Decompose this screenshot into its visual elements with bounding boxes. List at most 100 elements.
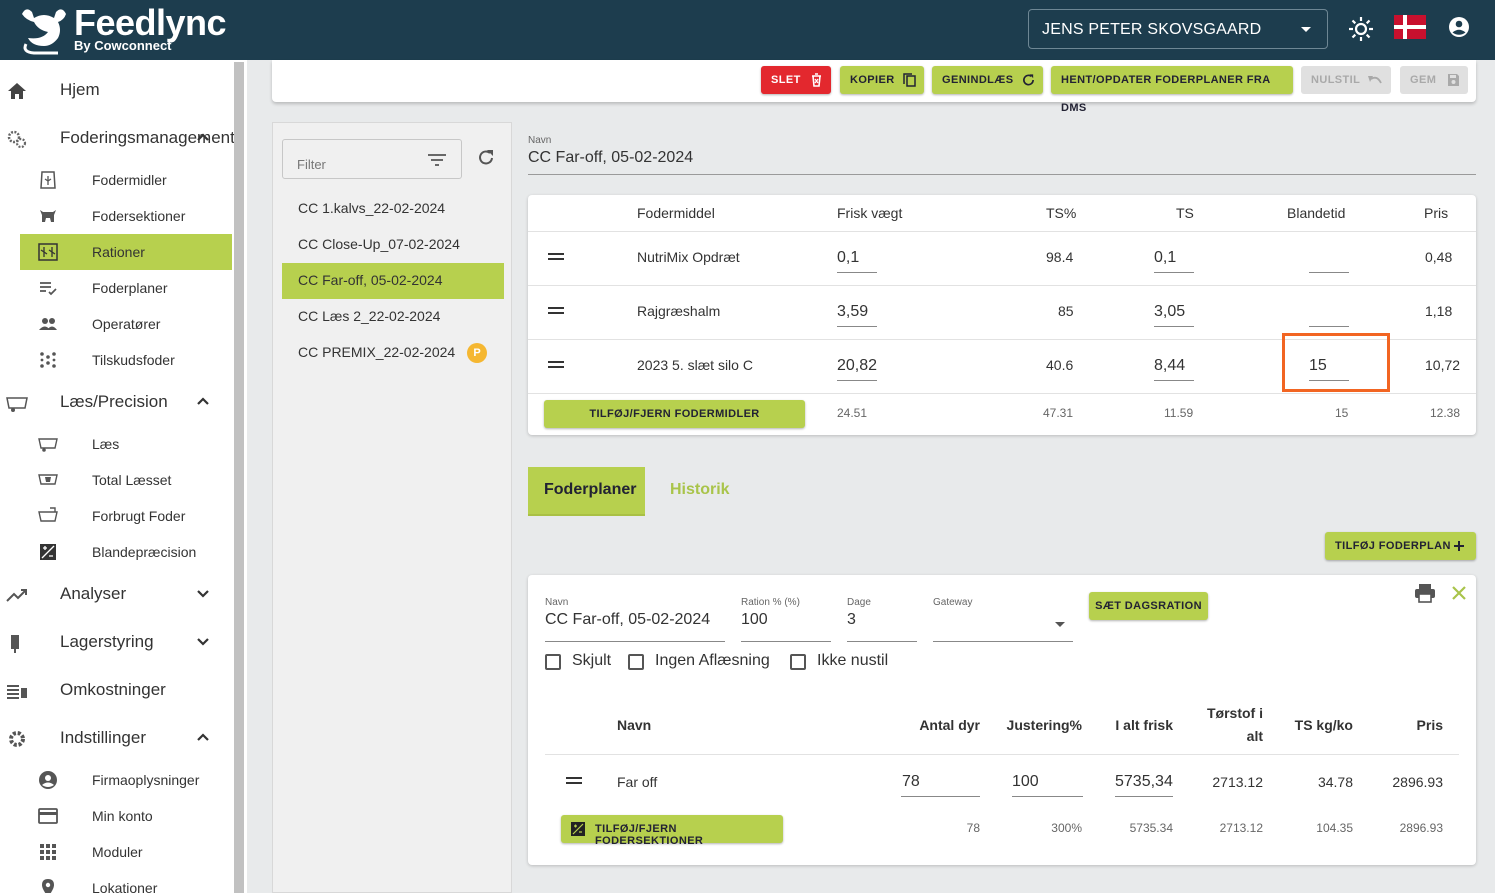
ration-name-field[interactable]: Navn CC Far-off, 05-02-2024 bbox=[528, 133, 1476, 175]
add-foderplan-button[interactable]: TILFØJ FODERPLAN bbox=[1325, 532, 1476, 560]
nav-lagerstyring[interactable]: Lagerstyring bbox=[0, 622, 234, 662]
blandetid-input[interactable] bbox=[1309, 297, 1349, 327]
tab-foderplaner[interactable]: Foderplaner bbox=[528, 467, 645, 515]
filter-icon[interactable] bbox=[427, 153, 447, 167]
danish-flag-icon[interactable] bbox=[1394, 15, 1426, 39]
nav-analyser[interactable]: Analyser bbox=[0, 574, 234, 614]
nav-analyser-label: Analyser bbox=[60, 584, 127, 603]
nav-operatorer[interactable]: Operatører bbox=[20, 306, 232, 342]
reload-button[interactable]: GENINDLÆS bbox=[932, 66, 1043, 94]
fetch-dms-button[interactable]: HENT/OPDATER FODERPLANER FRA DMS bbox=[1051, 66, 1293, 114]
trending-up-icon bbox=[6, 589, 27, 602]
i-alt-frisk-input[interactable]: 5735,34 bbox=[1115, 767, 1173, 797]
close-icon[interactable] bbox=[1451, 585, 1467, 601]
drag-handle-icon[interactable] bbox=[566, 777, 582, 784]
reset-button[interactable]: NULSTIL bbox=[1301, 66, 1391, 94]
nav-indstillinger[interactable]: Indstillinger bbox=[0, 718, 234, 758]
copy-button[interactable]: KOPIER bbox=[840, 66, 924, 94]
filter-input[interactable]: Filter bbox=[282, 139, 462, 179]
ration-list-item-label: CC Læs 2_22-02-2024 bbox=[298, 308, 441, 324]
nav-tilskudsfoder[interactable]: Tilskudsfoder bbox=[20, 342, 232, 378]
nav-min-konto[interactable]: Min konto bbox=[20, 798, 232, 834]
ration-list-item[interactable]: CC Far-off, 05-02-2024 bbox=[282, 263, 504, 299]
delete-button[interactable]: SLET bbox=[761, 66, 831, 94]
drag-handle-icon[interactable] bbox=[548, 253, 564, 260]
feedlync-logo[interactable]: Feedlync By Cowconnect bbox=[18, 2, 248, 56]
nav-fodersektioner[interactable]: Fodersektioner bbox=[20, 198, 232, 234]
fp-gateway-select[interactable] bbox=[933, 609, 1073, 642]
ingredient-table: Fodermiddel Frisk vægt TS% TS Blandetid … bbox=[528, 195, 1476, 435]
brightness-icon[interactable] bbox=[1348, 16, 1374, 42]
col-fodermiddel: Fodermiddel bbox=[637, 205, 715, 221]
total-ts-kg-ko: 104.35 bbox=[1316, 821, 1353, 835]
trash-icon bbox=[812, 73, 821, 87]
fp-name-input[interactable]: CC Far-off, 05-02-2024 bbox=[545, 609, 725, 642]
ts-input[interactable]: 3,05 bbox=[1154, 297, 1194, 327]
nav-foderplaner[interactable]: Foderplaner bbox=[20, 270, 232, 306]
nav-fodersektioner-label: Fodersektioner bbox=[92, 208, 186, 224]
nav-rationer[interactable]: Rationer bbox=[20, 234, 232, 270]
delete-button-label: SLET bbox=[771, 74, 801, 86]
frisk-vaegt-input[interactable]: 3,59 bbox=[837, 297, 877, 327]
nav-forbrugt-foder-label: Forbrugt Foder bbox=[92, 508, 186, 524]
nav-laes-label: Læs bbox=[92, 436, 120, 452]
blandetid-input[interactable] bbox=[1309, 243, 1349, 273]
frisk-vaegt-input[interactable]: 0,1 bbox=[837, 243, 877, 273]
wagon-icon bbox=[38, 438, 58, 452]
antal-dyr-input[interactable]: 78 bbox=[901, 767, 980, 797]
wagon-icon bbox=[6, 397, 28, 412]
wagon-arrow-icon bbox=[38, 507, 58, 522]
tab-historik[interactable]: Historik bbox=[654, 467, 746, 515]
drag-handle-icon[interactable] bbox=[548, 307, 564, 314]
nav-omkostninger[interactable]: Omkostninger bbox=[0, 670, 234, 710]
drag-handle-icon[interactable] bbox=[548, 361, 564, 368]
nav-blandepraecision[interactable]: Blandepræcision bbox=[20, 534, 232, 570]
account-icon[interactable] bbox=[1448, 16, 1470, 38]
sidebar-scrollbar[interactable] bbox=[234, 62, 244, 893]
rations-icon bbox=[38, 243, 58, 261]
people-icon bbox=[39, 318, 57, 330]
ration-list-item-label: CC 1.kalvs_22-02-2024 bbox=[298, 200, 446, 216]
add-foderplan-label: TILFØJ FODERPLAN bbox=[1335, 540, 1451, 552]
nav-moduler[interactable]: Moduler bbox=[20, 834, 232, 870]
fp-ration-input[interactable]: 100 bbox=[741, 609, 831, 642]
nav-laes[interactable]: Læs bbox=[20, 426, 232, 462]
nav-fodering[interactable]: Foderingsmanagement bbox=[0, 118, 235, 158]
ts-input[interactable]: 8,44 bbox=[1154, 351, 1194, 381]
ts-kg-ko-value: 34.78 bbox=[1317, 774, 1353, 790]
nav-lagerstyring-label: Lagerstyring bbox=[60, 632, 154, 651]
section-name: Far off bbox=[617, 774, 658, 790]
ingredient-name: NutriMix Opdræt bbox=[637, 249, 740, 265]
app-header: Feedlync By Cowconnect JENS PETER SKOVSG… bbox=[0, 0, 1495, 60]
user-select[interactable]: JENS PETER SKOVSGAARD bbox=[1028, 9, 1328, 49]
add-remove-ingredients-button[interactable]: TILFØJ/FJERN FODERMIDLER bbox=[544, 400, 805, 428]
save-button[interactable]: GEM bbox=[1400, 66, 1468, 94]
save-button-label: GEM bbox=[1410, 74, 1437, 86]
nav-home[interactable]: Hjem bbox=[0, 70, 234, 110]
fp-dage-label: Dage bbox=[847, 597, 871, 608]
frisk-vaegt-input[interactable]: 20,82 bbox=[837, 351, 877, 381]
nav-lokationer[interactable]: Lokationer bbox=[20, 870, 232, 893]
ts-input[interactable]: 0,1 bbox=[1154, 243, 1194, 273]
divider bbox=[545, 754, 1459, 755]
refresh-icon[interactable] bbox=[476, 148, 496, 168]
nav-laes-precision[interactable]: Læs/Precision bbox=[0, 382, 234, 422]
nav-operatorer-label: Operatører bbox=[92, 316, 161, 332]
cow-icon bbox=[40, 210, 56, 222]
ration-list-item[interactable]: CC PREMIX_22-02-2024 P bbox=[282, 335, 504, 371]
ration-list-item[interactable]: CC Læs 2_22-02-2024 bbox=[282, 299, 504, 335]
nav-home-label: Hjem bbox=[60, 80, 100, 99]
set-dagsration-button[interactable]: SÆT DAGSRATION bbox=[1089, 592, 1208, 620]
print-icon[interactable] bbox=[1414, 583, 1436, 603]
justering-input[interactable]: 100 bbox=[1012, 767, 1083, 797]
ration-list-item[interactable]: CC Close-Up_07-02-2024 bbox=[282, 227, 504, 263]
nav-forbrugt-foder[interactable]: Forbrugt Foder bbox=[20, 498, 232, 534]
nav-firmaoplysninger[interactable]: Firmaoplysninger bbox=[20, 762, 232, 798]
col-ts-pct: TS% bbox=[1046, 205, 1077, 221]
money-list-icon bbox=[7, 685, 27, 699]
nav-total-laesset[interactable]: Total Læsset bbox=[20, 462, 232, 498]
add-remove-sections-button[interactable]: TILFØJ/FJERN FODERSEKTIONER bbox=[561, 815, 783, 847]
nav-fodermidler[interactable]: Fodermidler bbox=[20, 162, 232, 198]
fp-dage-input[interactable]: 3 bbox=[847, 609, 917, 642]
ration-list-item[interactable]: CC 1.kalvs_22-02-2024 bbox=[282, 191, 504, 227]
